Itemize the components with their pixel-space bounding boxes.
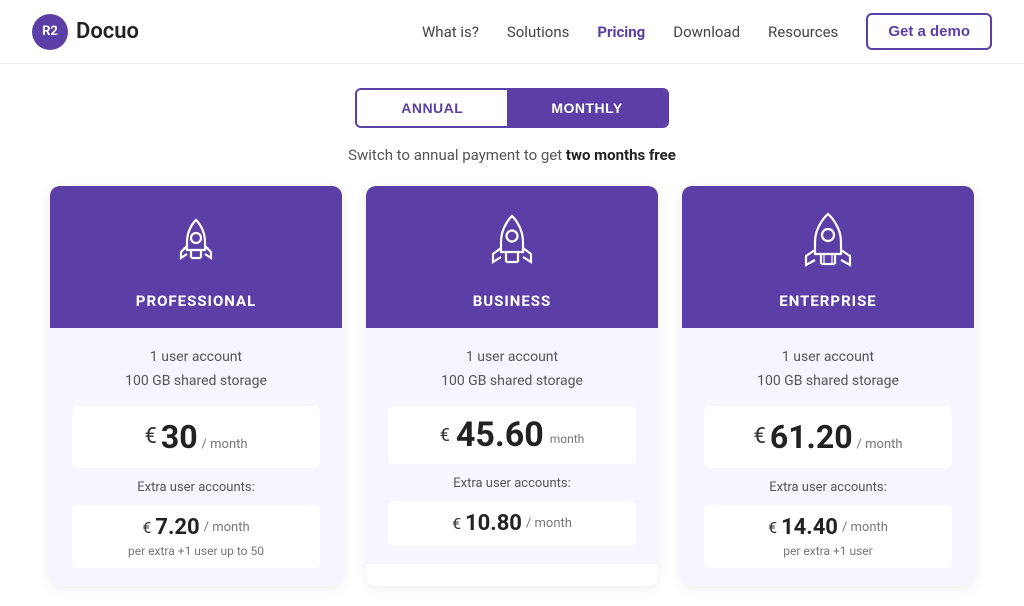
pricing-cards: PROFESSIONAL 1 user account 100 GB share… (32, 186, 992, 586)
enterprise-card: ENTERPRISE 1 user account 100 GB shared … (682, 186, 974, 586)
professional-amount: 30 (161, 418, 198, 456)
logo-text: Docuo (76, 19, 139, 44)
business-card: BUSINESS 1 user account 100 GB shared st… (366, 186, 658, 586)
header: R2 Docuo What is? Solutions Pricing Down… (0, 0, 1024, 64)
business-extra-amount: 10.80 (465, 511, 522, 536)
professional-extra-price-row: € 7.20 / month (86, 515, 306, 540)
enterprise-amount: 61.20 (770, 418, 853, 456)
professional-period: / month (202, 437, 248, 456)
enterprise-card-body: 1 user account 100 GB shared storage € 6… (682, 328, 974, 586)
business-extra-price-row: € 10.80 / month (402, 511, 622, 536)
rocket-medium-icon (477, 208, 547, 282)
professional-card: PROFESSIONAL 1 user account 100 GB share… (50, 186, 342, 586)
main-nav: What is? Solutions Pricing Download Reso… (422, 13, 992, 50)
business-feature: 1 user account 100 GB shared storage (388, 346, 636, 394)
pricing-subtitle: Switch to annual payment to get two mont… (32, 146, 992, 164)
enterprise-extra-currency: € (768, 518, 777, 537)
monthly-toggle-button[interactable]: MONTHLY (507, 90, 666, 126)
nav-pricing[interactable]: Pricing (597, 23, 645, 41)
enterprise-card-title: ENTERPRISE (779, 292, 877, 310)
professional-extra-currency: € (142, 518, 151, 537)
business-extra-per: / month (526, 516, 572, 531)
logo-icon: R2 (32, 14, 68, 50)
professional-card-body: 1 user account 100 GB shared storage € 3… (50, 328, 342, 586)
nav-what-is[interactable]: What is? (422, 23, 479, 41)
billing-toggle: ANNUAL MONTHLY (355, 88, 669, 128)
enterprise-extra-price-row: € 14.40 / month (718, 515, 938, 540)
nav-resources[interactable]: Resources (768, 23, 838, 41)
business-card-title: BUSINESS (473, 292, 552, 310)
enterprise-extra-note: per extra +1 user (718, 544, 938, 558)
professional-card-header: PROFESSIONAL (50, 186, 342, 328)
nav-solutions[interactable]: Solutions (507, 23, 570, 41)
business-card-header: BUSINESS (366, 186, 658, 328)
enterprise-period: / month (857, 437, 903, 456)
business-extra-price: € 10.80 / month (388, 501, 636, 546)
business-amount: 45.60 (456, 418, 544, 452)
enterprise-currency: € (753, 424, 765, 449)
nav-download[interactable]: Download (673, 23, 740, 41)
enterprise-extra-amount: 14.40 (781, 515, 838, 540)
business-card-body: 1 user account 100 GB shared storage € 4… (366, 328, 658, 564)
logo: R2 Docuo (32, 14, 139, 50)
professional-extra-amount: 7.20 (155, 515, 199, 540)
professional-extra-price: € 7.20 / month per extra +1 user up to 5… (72, 505, 320, 568)
professional-price-block: € 30 / month (72, 406, 320, 468)
annual-toggle-button[interactable]: ANNUAL (357, 90, 507, 126)
get-demo-button[interactable]: Get a demo (866, 13, 992, 50)
main-content: ANNUAL MONTHLY Switch to annual payment … (0, 64, 1024, 606)
enterprise-extra-per: / month (842, 520, 888, 535)
professional-currency: € (144, 424, 156, 449)
rocket-small-icon (161, 208, 231, 282)
professional-price-main: € 30 / month (88, 418, 304, 456)
rocket-large-icon (793, 208, 863, 282)
professional-extra-note: per extra +1 user up to 50 (86, 544, 306, 558)
business-extra-currency: € (452, 514, 461, 533)
business-currency: € (440, 425, 450, 452)
enterprise-extra-label: Extra user accounts: (704, 480, 952, 495)
enterprise-feature: 1 user account 100 GB shared storage (704, 346, 952, 394)
billing-toggle-container: ANNUAL MONTHLY (32, 88, 992, 128)
enterprise-price-block: € 61.20 / month (704, 406, 952, 468)
enterprise-extra-price: € 14.40 / month per extra +1 user (704, 505, 952, 568)
enterprise-card-header: ENTERPRISE (682, 186, 974, 328)
business-price-block: € 45.60 month (388, 406, 636, 464)
business-extra-label: Extra user accounts: (388, 476, 636, 491)
professional-extra-per: / month (204, 520, 250, 535)
business-price-main: € 45.60 month (404, 418, 620, 452)
professional-feature: 1 user account 100 GB shared storage (72, 346, 320, 394)
professional-card-title: PROFESSIONAL (136, 292, 256, 310)
subtitle-highlight: two months free (566, 146, 676, 164)
business-period: month (550, 431, 585, 452)
enterprise-price-main: € 61.20 / month (720, 418, 936, 456)
professional-extra-label: Extra user accounts: (72, 480, 320, 495)
